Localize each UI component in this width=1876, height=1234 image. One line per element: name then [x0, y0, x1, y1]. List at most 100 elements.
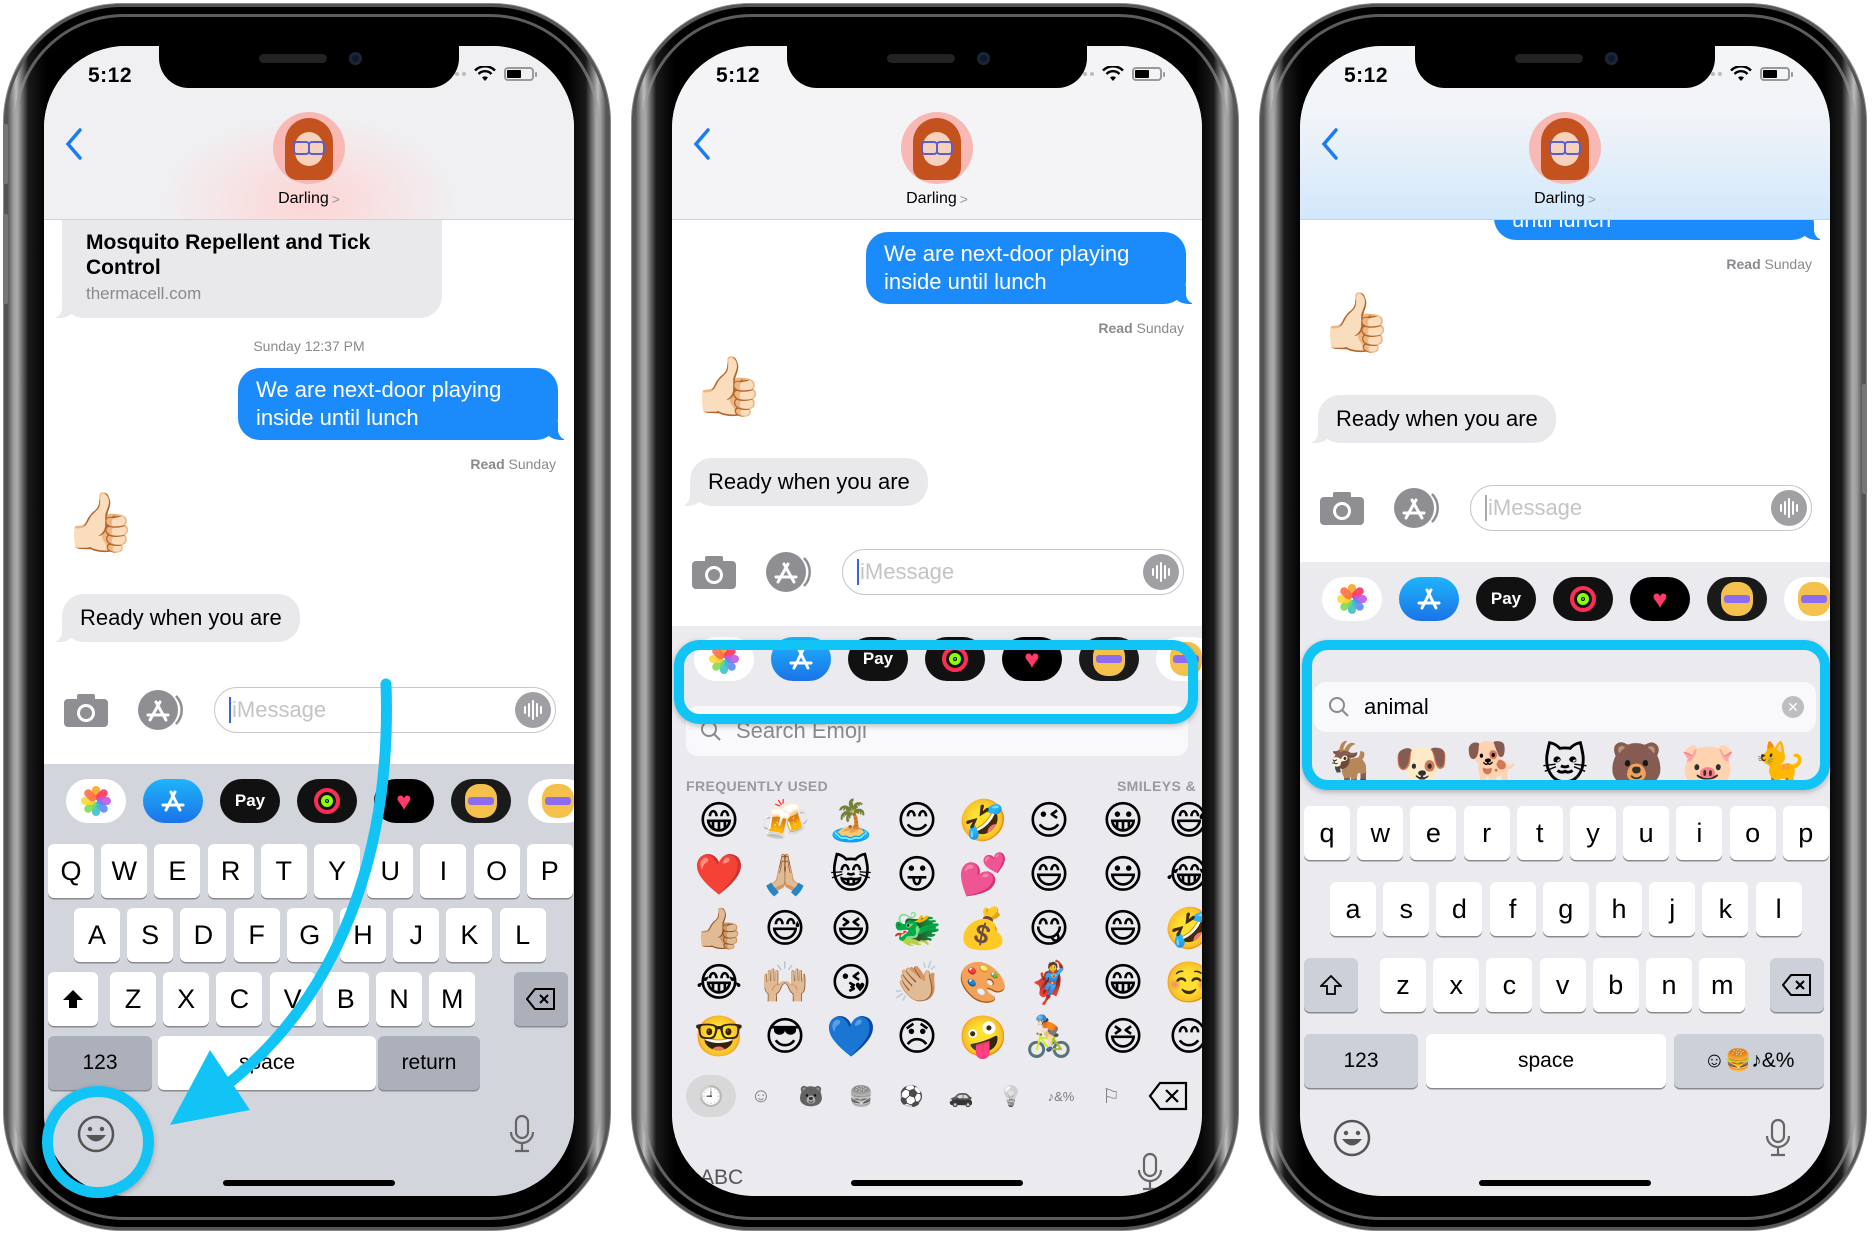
- memoji-app-icon[interactable]: [1707, 577, 1767, 621]
- app-store-icon[interactable]: [1394, 488, 1440, 528]
- contact-button[interactable]: Darling >: [1529, 112, 1601, 208]
- emoji-search-input[interactable]: animal ✕: [1314, 682, 1816, 732]
- key-r[interactable]: R: [207, 844, 254, 898]
- key-g[interactable]: G: [286, 908, 333, 962]
- emoji-cell[interactable]: 💰: [950, 902, 1016, 956]
- key-p[interactable]: p: [1782, 806, 1829, 860]
- emoji-search-input[interactable]: Search Emoji: [686, 706, 1188, 756]
- return-key[interactable]: return: [378, 1036, 480, 1090]
- emoji-cell[interactable]: 😅: [752, 902, 818, 956]
- emoji-cell[interactable]: 😆: [818, 902, 884, 956]
- key-r[interactable]: r: [1463, 806, 1510, 860]
- key-l[interactable]: L: [499, 908, 546, 962]
- thumbs-up-message[interactable]: 👍🏻: [64, 494, 136, 552]
- app-store-app-icon[interactable]: [771, 637, 831, 681]
- emoji-cell[interactable]: 🏝️: [818, 794, 884, 848]
- emoji-keyboard-icon[interactable]: [1332, 1118, 1372, 1158]
- key-i[interactable]: I: [420, 844, 467, 898]
- apple-pay-app-icon[interactable]: Pay: [1476, 577, 1536, 621]
- emoji-cell[interactable]: 😊: [1156, 1010, 1202, 1064]
- digital-touch-app-icon[interactable]: ♥: [1630, 577, 1690, 621]
- key-d[interactable]: d: [1436, 882, 1483, 936]
- emoji-cell[interactable]: 🍻: [752, 794, 818, 848]
- memoji-app-icon[interactable]: [1079, 637, 1139, 681]
- key-n[interactable]: N: [376, 972, 422, 1026]
- emoji-cell[interactable]: 🤪: [950, 1010, 1016, 1064]
- emoji-cell[interactable]: 🤣: [950, 794, 1016, 848]
- delete-icon[interactable]: [1148, 1081, 1188, 1111]
- activity-app-icon[interactable]: [1553, 577, 1613, 621]
- key-t[interactable]: t: [1516, 806, 1563, 860]
- emoji-cell[interactable]: 😋: [1016, 902, 1082, 956]
- incoming-message[interactable]: Ready when you are: [52, 594, 300, 642]
- microphone-icon[interactable]: [1764, 1118, 1792, 1158]
- digital-touch-app-icon[interactable]: ♥: [1002, 637, 1062, 681]
- outgoing-message[interactable]: We are next-door playing inside until lu…: [866, 232, 1196, 304]
- key-w[interactable]: W: [101, 844, 148, 898]
- key-n[interactable]: n: [1646, 958, 1692, 1012]
- memoji-app-icon[interactable]: [451, 779, 511, 823]
- contact-button[interactable]: Darling >: [273, 112, 345, 208]
- apple-pay-app-icon[interactable]: Pay: [848, 637, 908, 681]
- key-u[interactable]: u: [1623, 806, 1670, 860]
- key-t[interactable]: T: [260, 844, 307, 898]
- key-q[interactable]: q: [1304, 806, 1350, 860]
- key-e[interactable]: e: [1410, 806, 1457, 860]
- digital-touch-app-icon[interactable]: ♥: [374, 779, 434, 823]
- key-q[interactable]: Q: [48, 844, 94, 898]
- imessage-input[interactable]: iMessage: [214, 687, 556, 733]
- key-y[interactable]: y: [1570, 806, 1616, 860]
- key-m[interactable]: M: [429, 972, 476, 1026]
- key-o[interactable]: O: [473, 844, 520, 898]
- key-k[interactable]: k: [1702, 882, 1749, 936]
- key-j[interactable]: j: [1649, 882, 1696, 936]
- key-y[interactable]: Y: [314, 844, 360, 898]
- key-c[interactable]: C: [216, 972, 263, 1026]
- camera-icon[interactable]: [64, 693, 108, 727]
- key-b[interactable]: B: [322, 972, 369, 1026]
- key-z[interactable]: z: [1380, 958, 1426, 1012]
- apple-pay-app-icon[interactable]: Pay: [220, 779, 280, 823]
- emoji-cell[interactable]: 😞: [884, 1010, 950, 1064]
- key-z[interactable]: Z: [110, 972, 156, 1026]
- delete-key[interactable]: [1770, 958, 1824, 1012]
- shift-key[interactable]: [1304, 958, 1358, 1012]
- shift-key[interactable]: [48, 972, 98, 1026]
- category-recent-icon[interactable]: 🕘: [686, 1075, 736, 1117]
- imessage-input[interactable]: iMessage: [842, 549, 1184, 595]
- key-a[interactable]: A: [74, 908, 120, 962]
- emoji-cell[interactable]: 😁: [686, 794, 752, 848]
- key-k[interactable]: K: [446, 908, 493, 962]
- key-c[interactable]: c: [1486, 958, 1533, 1012]
- key-b[interactable]: b: [1592, 958, 1639, 1012]
- photos-app-icon[interactable]: [66, 779, 126, 823]
- incoming-message[interactable]: Ready when you are: [1308, 395, 1556, 443]
- category-travel-icon[interactable]: 🚗: [936, 1075, 986, 1117]
- emoji-result[interactable]: 🐷: [1678, 736, 1738, 796]
- emoji-categories-key[interactable]: ☺🍔♪&%: [1674, 1034, 1824, 1088]
- photos-app-icon[interactable]: [1322, 577, 1382, 621]
- emoji-cell[interactable]: 😀: [1090, 794, 1156, 848]
- key-h[interactable]: H: [340, 908, 386, 962]
- category-objects-icon[interactable]: 💡: [986, 1075, 1036, 1117]
- key-d[interactable]: D: [180, 908, 227, 962]
- app-store-app-icon[interactable]: [1399, 577, 1459, 621]
- incoming-message[interactable]: Ready when you are: [680, 458, 928, 506]
- key-s[interactable]: s: [1383, 882, 1430, 936]
- emoji-cell[interactable]: 😸: [818, 848, 884, 902]
- audio-message-icon[interactable]: [1771, 490, 1807, 526]
- emoji-cell[interactable]: 😘: [818, 956, 884, 1010]
- emoji-cell[interactable]: 😎: [752, 1010, 818, 1064]
- category-flags-icon[interactable]: ⚐: [1086, 1075, 1136, 1117]
- key-w[interactable]: w: [1357, 806, 1404, 860]
- activity-app-icon[interactable]: [925, 637, 985, 681]
- key-s[interactable]: S: [127, 908, 174, 962]
- imessage-input[interactable]: iMessage: [1470, 485, 1812, 531]
- key-i[interactable]: i: [1676, 806, 1723, 860]
- outgoing-message[interactable]: We are next-door playing inside until lu…: [238, 368, 568, 440]
- key-v[interactable]: V: [269, 972, 316, 1026]
- key-v[interactable]: v: [1539, 958, 1586, 1012]
- key-j[interactable]: J: [393, 908, 440, 962]
- microphone-icon[interactable]: [508, 1114, 536, 1154]
- emoji-cell[interactable]: 😄: [1090, 902, 1156, 956]
